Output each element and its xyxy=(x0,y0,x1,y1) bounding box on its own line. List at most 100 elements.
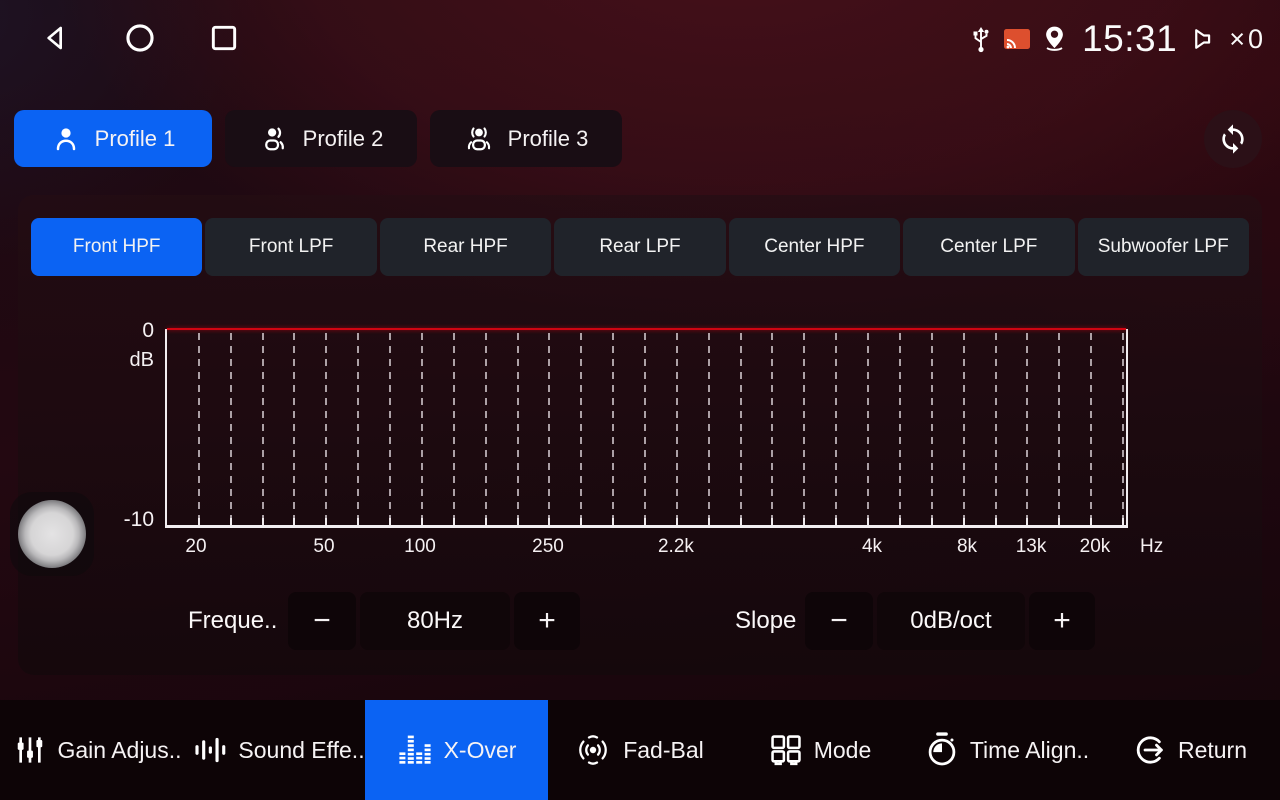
nav-item-mode[interactable]: Mode xyxy=(756,700,884,800)
gridline xyxy=(931,333,933,523)
bottom-nav-bar: Gain Adjus.. Sound Effe.. xyxy=(0,700,1280,800)
axis-tick xyxy=(740,518,742,525)
gridline xyxy=(995,333,997,523)
profile-label: Profile 2 xyxy=(303,126,384,152)
gridline xyxy=(1026,333,1028,523)
frequency-minus-button[interactable]: − xyxy=(288,592,356,650)
cast-icon xyxy=(1003,28,1031,50)
gridline xyxy=(1122,333,1124,523)
gridline xyxy=(580,333,582,523)
profile-1-button[interactable]: Profile 1 xyxy=(14,110,212,167)
x-tick-label: 13k xyxy=(1016,536,1047,558)
slope-plus-button[interactable]: + xyxy=(1029,592,1095,650)
y-axis-unit: dB xyxy=(110,349,154,372)
nav-item-label: X-Over xyxy=(444,737,517,764)
gridline xyxy=(453,333,455,523)
x-tick-label: 4k xyxy=(862,536,882,558)
tab-subwoofer-lpf[interactable]: Subwoofer LPF xyxy=(1078,218,1249,276)
gridline xyxy=(899,333,901,523)
nav-item-label: Return xyxy=(1178,737,1247,764)
back-button[interactable] xyxy=(34,18,78,58)
axis-tick xyxy=(995,518,997,525)
axis-tick xyxy=(708,518,710,525)
gridline xyxy=(198,333,200,523)
tab-front-hpf[interactable]: Front HPF xyxy=(31,218,202,276)
home-button[interactable] xyxy=(118,18,162,58)
axis-tick xyxy=(198,518,200,525)
gridline xyxy=(262,333,264,523)
axis-tick xyxy=(485,518,487,525)
slope-minus-button[interactable]: − xyxy=(805,592,873,650)
frequency-value: 80Hz xyxy=(360,592,510,650)
x-tick-label: 100 xyxy=(404,536,436,558)
tab-center-hpf[interactable]: Center HPF xyxy=(729,218,900,276)
frequency-label: Freque.. xyxy=(188,592,277,650)
axis-tick xyxy=(644,518,646,525)
gridline xyxy=(676,333,678,523)
axis-tick xyxy=(580,518,582,525)
nav-item-fad-bal[interactable]: Fad-Bal xyxy=(566,700,712,800)
floating-touch-ball[interactable] xyxy=(10,492,94,576)
x-tick-label: 20k xyxy=(1080,536,1111,558)
gridline xyxy=(771,333,773,523)
gridline xyxy=(963,333,965,523)
mode-icon xyxy=(769,733,803,767)
axis-tick xyxy=(357,518,359,525)
tab-center-lpf[interactable]: Center LPF xyxy=(903,218,1074,276)
sound-effect-icon xyxy=(193,733,227,767)
nav-item-return[interactable]: Return xyxy=(1122,700,1258,800)
nav-item-xover[interactable]: X-Over xyxy=(365,700,548,800)
axis-tick xyxy=(835,518,837,525)
gridline xyxy=(740,333,742,523)
axis-tick xyxy=(612,518,614,525)
axis-tick xyxy=(899,518,901,525)
nav-item-sound-effect[interactable]: Sound Effe.. xyxy=(190,700,368,800)
gain-adjust-icon xyxy=(14,733,46,767)
usb-icon xyxy=(969,24,993,54)
nav-item-time-align[interactable]: Time Align.. xyxy=(912,700,1102,800)
axis-tick xyxy=(803,518,805,525)
gridline xyxy=(485,333,487,523)
nav-item-label: Fad-Bal xyxy=(623,737,704,764)
profile-2-button[interactable]: Profile 2 xyxy=(225,110,417,167)
gridline xyxy=(867,333,869,523)
sync-button[interactable] xyxy=(1204,110,1262,168)
gridline xyxy=(708,333,710,523)
axis-tick xyxy=(1090,518,1092,525)
profile-label: Profile 3 xyxy=(508,126,589,152)
axis-tick xyxy=(453,518,455,525)
gridline xyxy=(548,333,550,523)
frequency-plus-button[interactable]: + xyxy=(514,592,580,650)
recents-icon xyxy=(208,22,240,54)
nav-item-label: Gain Adjus.. xyxy=(57,737,181,764)
volume-muted-icon[interactable] xyxy=(1191,25,1219,53)
filter-tab-bar: Front HPF Front LPF Rear HPF Rear LPF Ce… xyxy=(31,218,1249,276)
recents-button[interactable] xyxy=(202,18,246,58)
profile-label: Profile 1 xyxy=(95,126,176,152)
gridline xyxy=(612,333,614,523)
chart-plot[interactable] xyxy=(165,329,1128,528)
location-icon xyxy=(1041,25,1068,54)
x-tick-label: 20 xyxy=(185,536,206,558)
response-curve xyxy=(167,328,1126,330)
nav-item-label: Time Align.. xyxy=(970,737,1089,764)
fad-bal-icon xyxy=(574,734,612,766)
gridline xyxy=(230,333,232,523)
gridline xyxy=(325,333,327,523)
tab-rear-hpf[interactable]: Rear HPF xyxy=(380,218,551,276)
tab-rear-lpf[interactable]: Rear LPF xyxy=(554,218,725,276)
x-tick-label: 250 xyxy=(532,536,564,558)
tab-front-lpf[interactable]: Front LPF xyxy=(205,218,376,276)
gridline xyxy=(357,333,359,523)
y-axis-label-0: 0 xyxy=(110,319,154,343)
axis-tick xyxy=(1058,518,1060,525)
nav-item-label: Mode xyxy=(814,737,872,764)
axis-tick xyxy=(771,518,773,525)
gridline xyxy=(517,333,519,523)
profile-3-button[interactable]: Profile 3 xyxy=(430,110,622,167)
axis-tick xyxy=(517,518,519,525)
sync-icon xyxy=(1217,123,1249,155)
nav-item-gain-adjust[interactable]: Gain Adjus.. xyxy=(10,700,186,800)
return-icon xyxy=(1133,733,1167,767)
person-voice-icon xyxy=(259,124,289,154)
